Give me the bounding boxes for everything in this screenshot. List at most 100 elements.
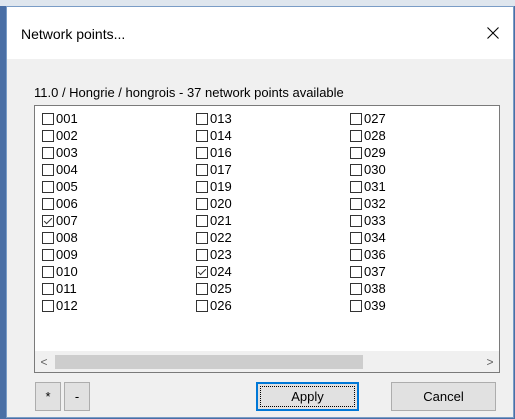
checkbox[interactable]	[196, 129, 208, 142]
network-points-dialog: Network points... 11.0 / Hongrie / hongr…	[6, 6, 514, 418]
network-point-label: 017	[210, 162, 232, 177]
network-point-item[interactable]: 038	[350, 280, 386, 297]
network-point-item[interactable]: 034	[350, 229, 386, 246]
network-point-item[interactable]: 025	[196, 280, 232, 297]
checkbox[interactable]	[42, 282, 54, 295]
network-point-label: 029	[364, 145, 386, 160]
network-point-item[interactable]: 004	[42, 161, 78, 178]
network-point-item[interactable]: 012	[42, 297, 78, 314]
cancel-button[interactable]: Cancel	[391, 382, 496, 411]
network-point-item[interactable]: 014	[196, 127, 232, 144]
network-point-label: 002	[56, 128, 78, 143]
checkbox[interactable]	[350, 231, 362, 244]
network-point-item[interactable]: 020	[196, 195, 232, 212]
network-point-item[interactable]: 002	[42, 127, 78, 144]
network-point-item[interactable]: 009	[42, 246, 78, 263]
network-point-label: 027	[364, 111, 386, 126]
checkbox[interactable]	[196, 180, 208, 193]
network-point-item[interactable]: 037	[350, 263, 386, 280]
network-point-item[interactable]: 029	[350, 144, 386, 161]
close-button[interactable]	[473, 7, 513, 59]
network-point-label: 038	[364, 281, 386, 296]
horizontal-scrollbar[interactable]: < >	[35, 351, 499, 372]
checkbox[interactable]	[350, 282, 362, 295]
checkbox[interactable]	[42, 163, 54, 176]
network-point-item[interactable]: 030	[350, 161, 386, 178]
checkbox[interactable]	[196, 197, 208, 210]
network-point-item[interactable]: 016	[196, 144, 232, 161]
checkbox[interactable]	[350, 265, 362, 278]
checkbox[interactable]	[350, 197, 362, 210]
checkbox[interactable]	[350, 180, 362, 193]
network-point-label: 028	[364, 128, 386, 143]
checkbox[interactable]	[42, 129, 54, 142]
checkbox[interactable]	[42, 112, 54, 125]
checkbox[interactable]	[42, 197, 54, 210]
network-point-item[interactable]: 007	[42, 212, 78, 229]
network-point-label: 010	[56, 264, 78, 279]
checkbox[interactable]	[196, 299, 208, 312]
network-point-item[interactable]: 032	[350, 195, 386, 212]
network-points-list[interactable]: 001 002 003 004 005 006 007 008 009 010 011 012 013 0…	[34, 105, 500, 373]
checkbox[interactable]	[196, 248, 208, 261]
checkbox[interactable]	[196, 146, 208, 159]
network-point-label: 006	[56, 196, 78, 211]
checkbox[interactable]	[350, 248, 362, 261]
network-point-label: 023	[210, 247, 232, 262]
network-point-item[interactable]: 013	[196, 110, 232, 127]
available-count-label: 11.0 / Hongrie / hongrois - 37 network p…	[34, 85, 344, 100]
network-point-item[interactable]: 022	[196, 229, 232, 246]
network-point-label: 011	[56, 281, 77, 296]
network-point-item[interactable]: 005	[42, 178, 78, 195]
checkbox[interactable]	[42, 231, 54, 244]
checkbox[interactable]	[196, 112, 208, 125]
network-point-item[interactable]: 021	[196, 212, 232, 229]
checkbox[interactable]	[42, 248, 54, 261]
network-point-item[interactable]: 028	[350, 127, 386, 144]
scroll-right-button[interactable]: >	[481, 352, 499, 372]
network-point-item[interactable]: 003	[42, 144, 78, 161]
network-point-label: 032	[364, 196, 386, 211]
network-point-item[interactable]: 039	[350, 297, 386, 314]
checkbox[interactable]	[350, 112, 362, 125]
checkbox[interactable]	[350, 299, 362, 312]
network-point-item[interactable]: 008	[42, 229, 78, 246]
checkbox[interactable]	[42, 180, 54, 193]
select-all-button[interactable]: *	[35, 382, 61, 411]
network-point-item[interactable]: 027	[350, 110, 386, 127]
scroll-thumb[interactable]	[55, 355, 363, 369]
network-point-item[interactable]: 019	[196, 178, 232, 195]
network-point-item[interactable]: 011	[42, 280, 78, 297]
checkbox[interactable]	[42, 146, 54, 159]
checkbox[interactable]	[350, 214, 362, 227]
network-point-item[interactable]: 036	[350, 246, 386, 263]
checkbox-checked[interactable]	[196, 265, 208, 278]
network-point-item[interactable]: 017	[196, 161, 232, 178]
network-point-item[interactable]: 001	[42, 110, 78, 127]
checkbox[interactable]	[350, 163, 362, 176]
checkbox[interactable]	[350, 129, 362, 142]
checkbox[interactable]	[196, 163, 208, 176]
checkbox-checked[interactable]	[42, 214, 54, 227]
network-point-item[interactable]: 033	[350, 212, 386, 229]
network-point-item[interactable]: 023	[196, 246, 232, 263]
chevron-left-icon: <	[40, 355, 48, 369]
network-point-label: 036	[364, 247, 386, 262]
network-point-label: 008	[56, 230, 78, 245]
network-point-item[interactable]: 010	[42, 263, 78, 280]
network-point-item[interactable]: 026	[196, 297, 232, 314]
network-point-label: 021	[210, 213, 232, 228]
apply-button[interactable]: Apply	[256, 382, 359, 411]
checkbox[interactable]	[196, 214, 208, 227]
checkbox[interactable]	[350, 146, 362, 159]
select-none-button[interactable]: -	[64, 382, 90, 411]
network-point-item[interactable]: 024	[196, 263, 232, 280]
checkbox[interactable]	[42, 265, 54, 278]
network-point-item[interactable]: 006	[42, 195, 78, 212]
network-point-label: 026	[210, 298, 232, 313]
checkbox[interactable]	[42, 299, 54, 312]
network-point-item[interactable]: 031	[350, 178, 386, 195]
checkbox[interactable]	[196, 282, 208, 295]
checkbox[interactable]	[196, 231, 208, 244]
scroll-left-button[interactable]: <	[35, 352, 53, 372]
